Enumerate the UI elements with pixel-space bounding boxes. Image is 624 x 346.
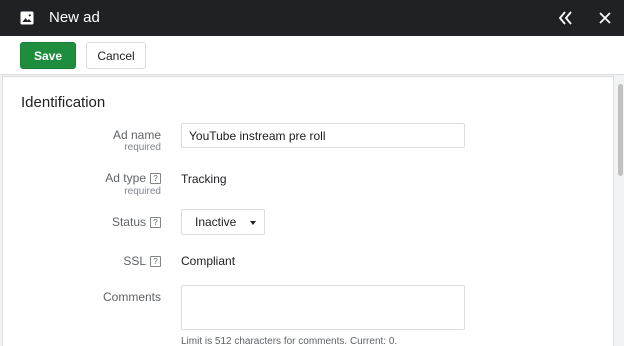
image-icon [20,11,34,25]
ad-type-label: Ad type? [105,171,161,185]
scrollbar-thumb[interactable] [618,84,623,176]
status-label: Status? [112,215,161,229]
ad-name-label-text: Ad name [112,128,161,142]
ssl-value: Compliant [181,254,236,268]
identification-card: Identification Ad name required YouTube … [2,76,614,346]
ssl-label-text: SSL [123,254,146,268]
ad-type-value: Tracking [181,172,227,186]
ad-name-required: required [124,142,161,153]
status-label-text: Status [111,215,146,229]
ad-name-field[interactable]: YouTube instream pre roll [181,123,465,148]
comments-label-text: Comments [102,290,161,304]
double-chevron-left-icon[interactable] [555,8,575,28]
comments-label: Comments [103,290,161,304]
ssl-label: SSL? [123,254,161,268]
comments-hint: Limit is 512 characters for comments. Cu… [181,336,398,346]
close-icon[interactable] [595,8,615,28]
status-dropdown[interactable]: Inactive [181,209,265,235]
ad-name-label: Ad name [113,128,161,142]
title-bar: New ad [0,0,624,36]
page-title: New ad [49,9,100,26]
content-area: Identification Ad name required YouTube … [0,76,624,346]
status-value: Inactive [195,215,237,229]
help-icon[interactable]: ? [150,217,161,228]
ad-type-label-text: Ad type [105,171,146,185]
section-title: Identification [21,94,106,111]
action-bar: Save Cancel [0,36,624,75]
save-button[interactable]: Save [20,42,76,69]
cancel-button[interactable]: Cancel [86,42,146,69]
comments-field[interactable] [181,285,465,330]
ad-type-required: required [124,186,161,197]
caret-down-icon [250,221,256,225]
scrollbar[interactable] [617,76,624,346]
help-icon[interactable]: ? [150,173,161,184]
help-icon[interactable]: ? [150,256,161,267]
